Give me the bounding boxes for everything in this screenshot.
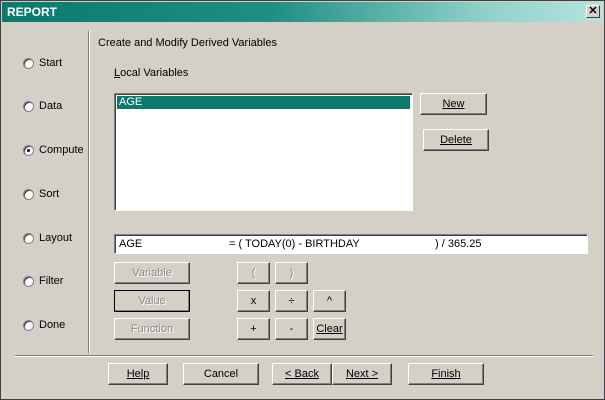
nav-radio-done[interactable]: Done [23,317,65,333]
nav-radio-compute[interactable]: Compute [23,142,84,158]
vertical-divider [88,31,89,353]
insert-function-button[interactable]: Function [114,318,190,340]
nav-radio-data[interactable]: Data [23,98,62,114]
radio-checked-icon[interactable] [23,144,34,156]
cancel-button[interactable]: Cancel [183,363,259,385]
right-paren-button[interactable]: ) [275,262,308,284]
nav-radio-sort[interactable]: Sort [23,186,59,202]
plus-button[interactable]: + [237,318,270,340]
finish-button[interactable]: Finish [408,363,484,385]
report-window: REPORT ✕ Start Data Compute Sort Layout … [0,0,605,400]
footer-divider [15,355,593,356]
radio-icon[interactable] [23,57,34,69]
left-paren-button[interactable]: ( [237,262,270,284]
expression-formula: = ( TODAY(0) - BIRTHDAY [229,238,360,250]
expression-tail: ) / 365.25 [435,238,482,250]
nav-label-start: Start [39,57,63,69]
nav-radio-start[interactable]: Start [23,55,62,71]
nav-label-data: Data [39,100,63,112]
minus-button[interactable]: - [275,318,308,340]
radio-icon[interactable] [23,275,34,287]
help-button-label: Help [126,368,150,380]
power-button[interactable]: ^ [313,290,346,312]
expression-field[interactable]: AGE = ( TODAY(0) - BIRTHDAY ) / 365.25 [114,234,588,254]
nav-radio-layout[interactable]: Layout [23,230,72,246]
next-button-label: Next > [345,368,379,380]
delete-button[interactable]: Delete [423,129,489,151]
nav-label-compute: Compute [39,144,84,156]
local-variables-label: Local Variables [114,67,188,79]
radio-icon[interactable] [23,232,34,244]
delete-button-label: Delete [440,134,472,146]
nav-radio-filter[interactable]: Filter [23,273,63,289]
list-item[interactable]: AGE [117,96,410,109]
radio-icon[interactable] [23,319,34,331]
nav-label-done: Done [39,319,66,331]
local-variables-list[interactable]: AGE [114,93,413,211]
insert-value-button[interactable]: Value [114,290,190,312]
title-bar[interactable]: REPORT ✕ [2,2,603,22]
back-button[interactable]: < Back [272,363,332,385]
back-button-label: < Back [285,368,319,380]
insert-variable-button[interactable]: Variable [114,262,190,284]
clear-button[interactable]: Clear [313,318,346,340]
next-button[interactable]: Next > [332,363,392,385]
nav-label-layout: Layout [39,232,73,244]
new-button-label: New [442,98,465,110]
expression-variable: AGE [119,238,143,250]
new-button[interactable]: New [420,93,487,115]
local-variables-label-rest: ocal Variables [120,67,189,79]
nav-label-sort: Sort [39,188,60,200]
nav-label-filter: Filter [39,275,64,287]
finish-button-label: Finish [431,368,461,380]
multiply-button[interactable]: x [237,290,270,312]
divide-button[interactable]: ÷ [275,290,308,312]
radio-icon[interactable] [23,100,34,112]
close-button[interactable]: ✕ [586,5,600,18]
radio-icon[interactable] [23,188,34,200]
window-title: REPORT [7,5,58,19]
section-title: Create and Modify Derived Variables [98,37,277,49]
clear-button-label: Clear [316,323,343,335]
help-button[interactable]: Help [108,363,168,385]
